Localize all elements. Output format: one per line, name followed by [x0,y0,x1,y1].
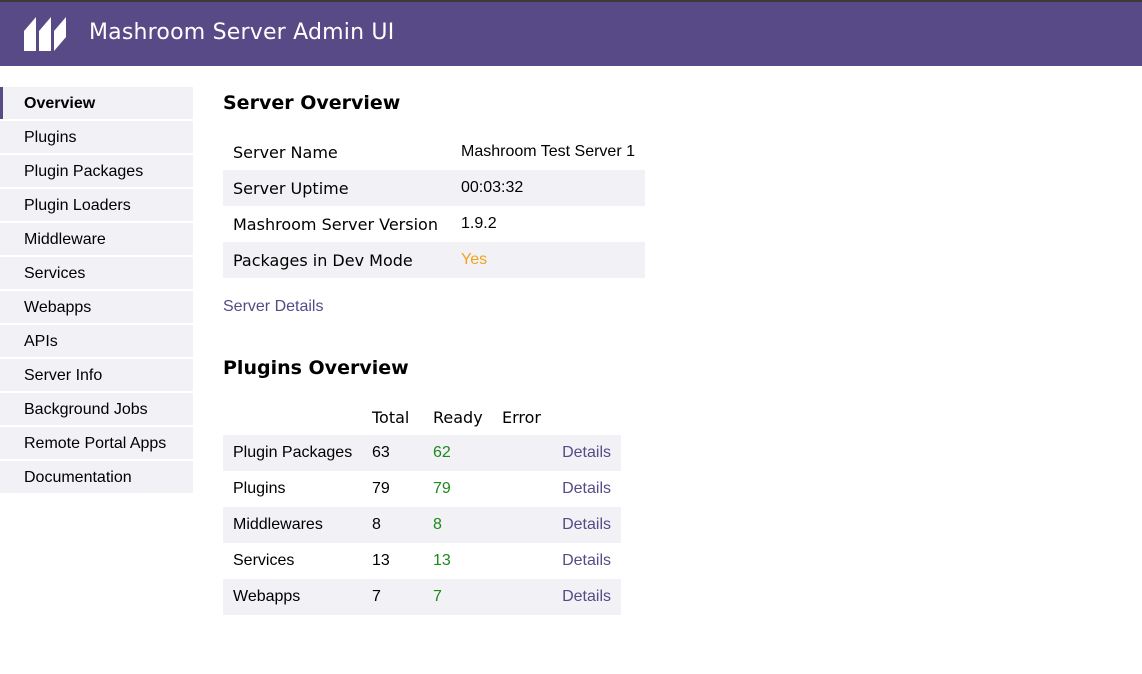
dev-mode-label: Packages in Dev Mode [223,242,451,278]
sidebar-item-documentation[interactable]: Documentation [0,461,193,493]
sidebar-item-apis[interactable]: APIs [0,325,193,357]
middlewares-details-link[interactable]: Details [562,516,611,533]
server-version-value: 1.9.2 [461,215,497,232]
row-error [502,507,562,543]
plugins-details-link[interactable]: Details [562,480,611,497]
server-name-value: Mashroom Test Server 1 [461,143,635,160]
plugins-overview-title: Plugins Overview [223,357,409,379]
column-header-name [223,399,372,435]
table-row: Services 13 13 Details [223,543,621,579]
column-header-ready: Ready [433,407,483,427]
row-name: Plugin Packages [223,435,372,471]
server-details-link[interactable]: Server Details [223,298,323,316]
sidebar-item-plugins[interactable]: Plugins [0,121,193,153]
sidebar-item-remote-portal-apps[interactable]: Remote Portal Apps [0,427,193,459]
table-row: Server Uptime 00:03:32 [223,170,645,206]
row-ready: 7 [433,579,502,615]
row-ready: 79 [433,480,451,497]
server-overview-table: Server Name Mashroom Test Server 1 Serve… [223,134,645,278]
table-row: Plugin Packages 63 62 Details [223,435,621,471]
row-name: Webapps [223,579,372,615]
app-title: Mashroom Server Admin UI [89,20,395,45]
row-error [502,579,562,615]
sidebar-item-overview[interactable]: Overview [0,87,193,119]
server-uptime-label: Server Uptime [223,170,451,206]
dev-mode-value: Yes [451,242,645,278]
row-total: 79 [372,480,390,497]
sidebar-item-middleware[interactable]: Middleware [0,223,193,255]
table-row: Middlewares 8 8 Details [223,507,621,543]
row-total: 8 [372,507,433,543]
table-row: Mashroom Server Version 1.9.2 [223,206,645,242]
webapps-details-link[interactable]: Details [562,588,611,605]
row-total: 13 [372,552,390,569]
row-error [502,471,562,507]
row-ready: 13 [433,552,451,569]
row-total: 7 [372,579,433,615]
table-header-row: Total Ready Error [223,399,621,435]
sidebar-item-background-jobs[interactable]: Background Jobs [0,393,193,425]
plugin-packages-details-link[interactable]: Details [562,444,611,461]
row-name: Services [233,552,295,569]
server-uptime-value: 00:03:32 [451,170,645,206]
table-row: Plugins 79 79 Details [223,471,621,507]
sidebar-item-plugin-loaders[interactable]: Plugin Loaders [0,189,193,221]
server-overview-title: Server Overview [223,92,401,114]
table-row: Server Name Mashroom Test Server 1 [223,134,645,170]
row-error [502,435,562,471]
sidebar-item-services[interactable]: Services [0,257,193,289]
row-error [502,543,562,579]
services-details-link[interactable]: Details [562,552,611,569]
app-header: Mashroom Server Admin UI [0,2,1142,66]
server-version-label: Mashroom Server Version [233,214,438,234]
table-row: Packages in Dev Mode Yes [223,242,645,278]
row-total: 63 [372,435,433,471]
row-name: Plugins [233,480,286,497]
column-header-details [562,399,621,435]
server-name-label: Server Name [233,142,338,162]
sidebar-item-webapps[interactable]: Webapps [0,291,193,323]
column-header-error: Error [502,407,541,427]
sidebar-nav: Overview Plugins Plugin Packages Plugin … [0,87,193,495]
mashroom-logo-icon [24,17,66,51]
row-name: Middlewares [223,507,372,543]
row-ready: 62 [433,435,502,471]
column-header-total: Total [372,407,410,427]
table-row: Webapps 7 7 Details [223,579,621,615]
sidebar-item-server-info[interactable]: Server Info [0,359,193,391]
plugins-overview-table: Total Ready Error Plugin Packages 63 62 … [223,399,621,615]
row-ready: 8 [433,507,502,543]
sidebar-item-plugin-packages[interactable]: Plugin Packages [0,155,193,187]
